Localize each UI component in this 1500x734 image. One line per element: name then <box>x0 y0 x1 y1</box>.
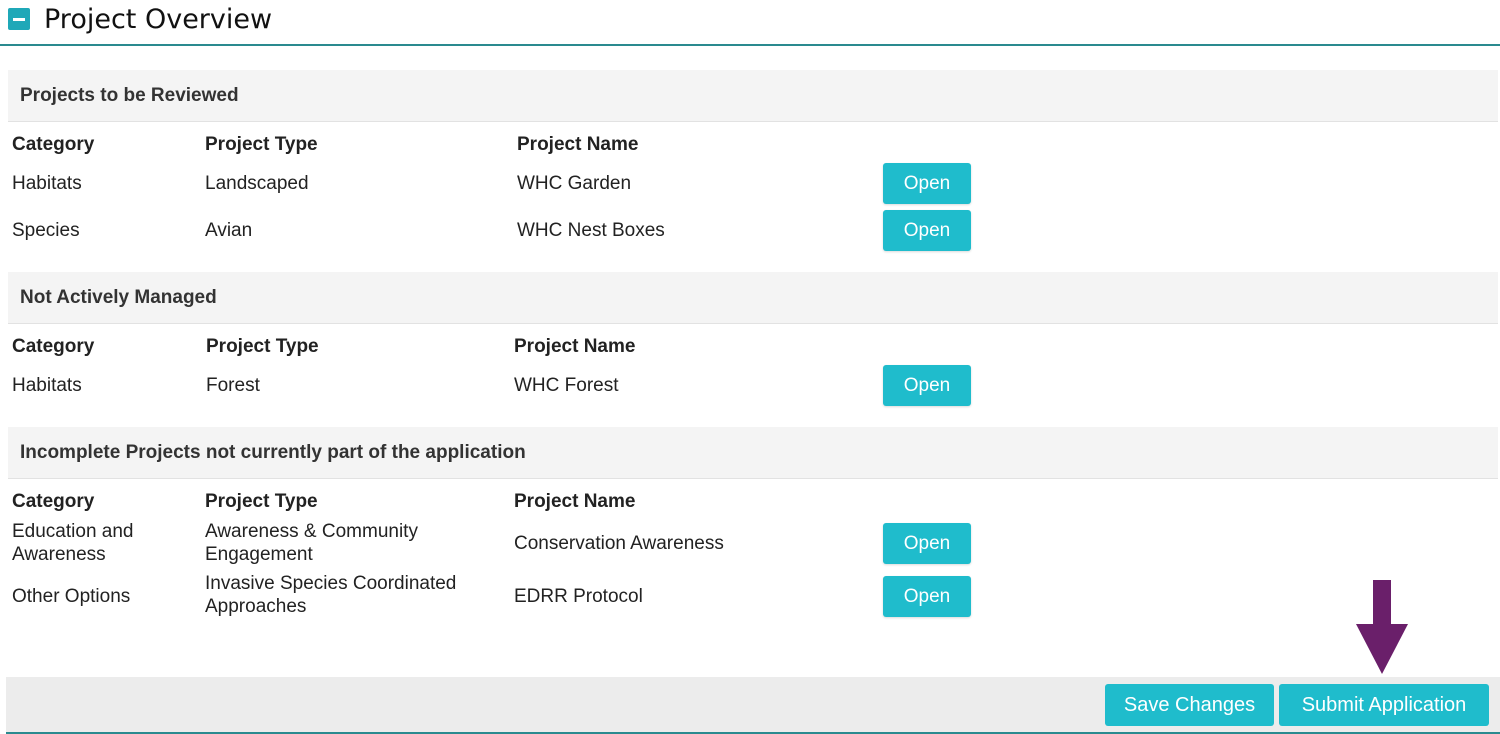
row-project-name: WHC Garden <box>517 173 632 194</box>
row-category: Habitats <box>12 375 82 396</box>
open-button[interactable]: Open <box>883 576 971 617</box>
section-title: Projects to be Reviewed <box>20 85 239 106</box>
row-category: Species <box>12 220 80 241</box>
open-button[interactable]: Open <box>883 365 971 406</box>
column-header-category: Category <box>12 134 95 155</box>
submit-application-button[interactable]: Submit Application <box>1279 684 1489 726</box>
row-project-type: Forest <box>206 375 260 396</box>
section-header-to-be-reviewed: Projects to be Reviewed <box>8 70 1498 122</box>
row-project-type: Avian <box>205 220 253 241</box>
row-project-name: EDRR Protocol <box>514 586 643 607</box>
section-header-not-actively-managed: Not Actively Managed <box>8 272 1498 324</box>
row-project-type: Invasive Species Coordinated Approaches <box>205 573 457 617</box>
section-title: Incomplete Projects not currently part o… <box>20 442 526 463</box>
row-project-name: Conservation Awareness <box>514 533 724 554</box>
row-project-name: WHC Forest <box>514 375 619 396</box>
column-header-project-type: Project Type <box>206 336 319 357</box>
row-category: Habitats <box>12 173 82 194</box>
open-button[interactable]: Open <box>883 163 971 204</box>
column-header-project-name: Project Name <box>514 336 636 357</box>
section-title: Not Actively Managed <box>20 287 217 308</box>
open-button[interactable]: Open <box>883 523 971 564</box>
column-header-project-name: Project Name <box>514 491 636 512</box>
row-category: Other Options <box>12 586 131 607</box>
row-project-type: Awareness & Community Engagement <box>205 521 418 565</box>
column-header-project-type: Project Type <box>205 491 318 512</box>
column-header-project-type: Project Type <box>205 134 318 155</box>
footer-bar <box>6 677 1500 734</box>
row-project-name: WHC Nest Boxes <box>517 220 665 241</box>
column-header-project-name: Project Name <box>517 134 639 155</box>
page-title: Project Overview <box>44 4 273 35</box>
panel-header: Project Overview <box>0 0 1500 46</box>
save-changes-button[interactable]: Save Changes <box>1105 684 1274 726</box>
arrow-down-icon <box>1356 580 1408 674</box>
column-header-category: Category <box>12 336 95 357</box>
row-project-type: Landscaped <box>205 173 309 194</box>
open-button[interactable]: Open <box>883 210 971 251</box>
collapse-icon[interactable] <box>8 8 30 30</box>
section-header-incomplete-projects: Incomplete Projects not currently part o… <box>8 427 1498 479</box>
row-category: Education and Awareness <box>12 521 134 565</box>
column-header-category: Category <box>12 491 95 512</box>
